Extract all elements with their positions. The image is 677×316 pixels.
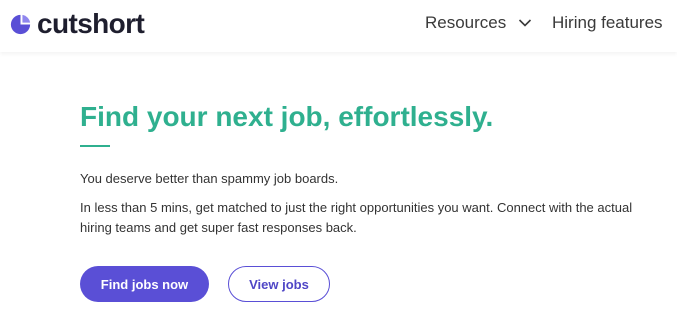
nav-resources-label: Resources: [425, 13, 507, 32]
hero-description-line-2: hiring teams and get super fast response…: [80, 220, 357, 235]
chevron-down-icon: [519, 19, 532, 27]
brand-name: cutshort: [37, 8, 145, 39]
brand-logo[interactable]: cutshort: [8, 8, 145, 39]
nav-hiring-features[interactable]: Hiring features: [552, 13, 663, 33]
find-jobs-now-button[interactable]: Find jobs now: [80, 266, 209, 302]
hero-description-line-1: In less than 5 mins, get matched to just…: [80, 200, 633, 215]
cutshort-logo-icon: [10, 14, 31, 34]
view-jobs-button[interactable]: View jobs: [228, 266, 330, 302]
nav-resources[interactable]: Resources: [425, 13, 532, 33]
headline-accent-divider: [80, 145, 110, 147]
top-navbar: cutshort Resources Hiring features: [0, 0, 677, 52]
hero-tagline: You deserve better than spammy job board…: [80, 171, 339, 186]
hero-headline: Find your next job, effortlessly.: [80, 101, 494, 132]
nav-hiring-features-label: Hiring features: [552, 13, 663, 32]
